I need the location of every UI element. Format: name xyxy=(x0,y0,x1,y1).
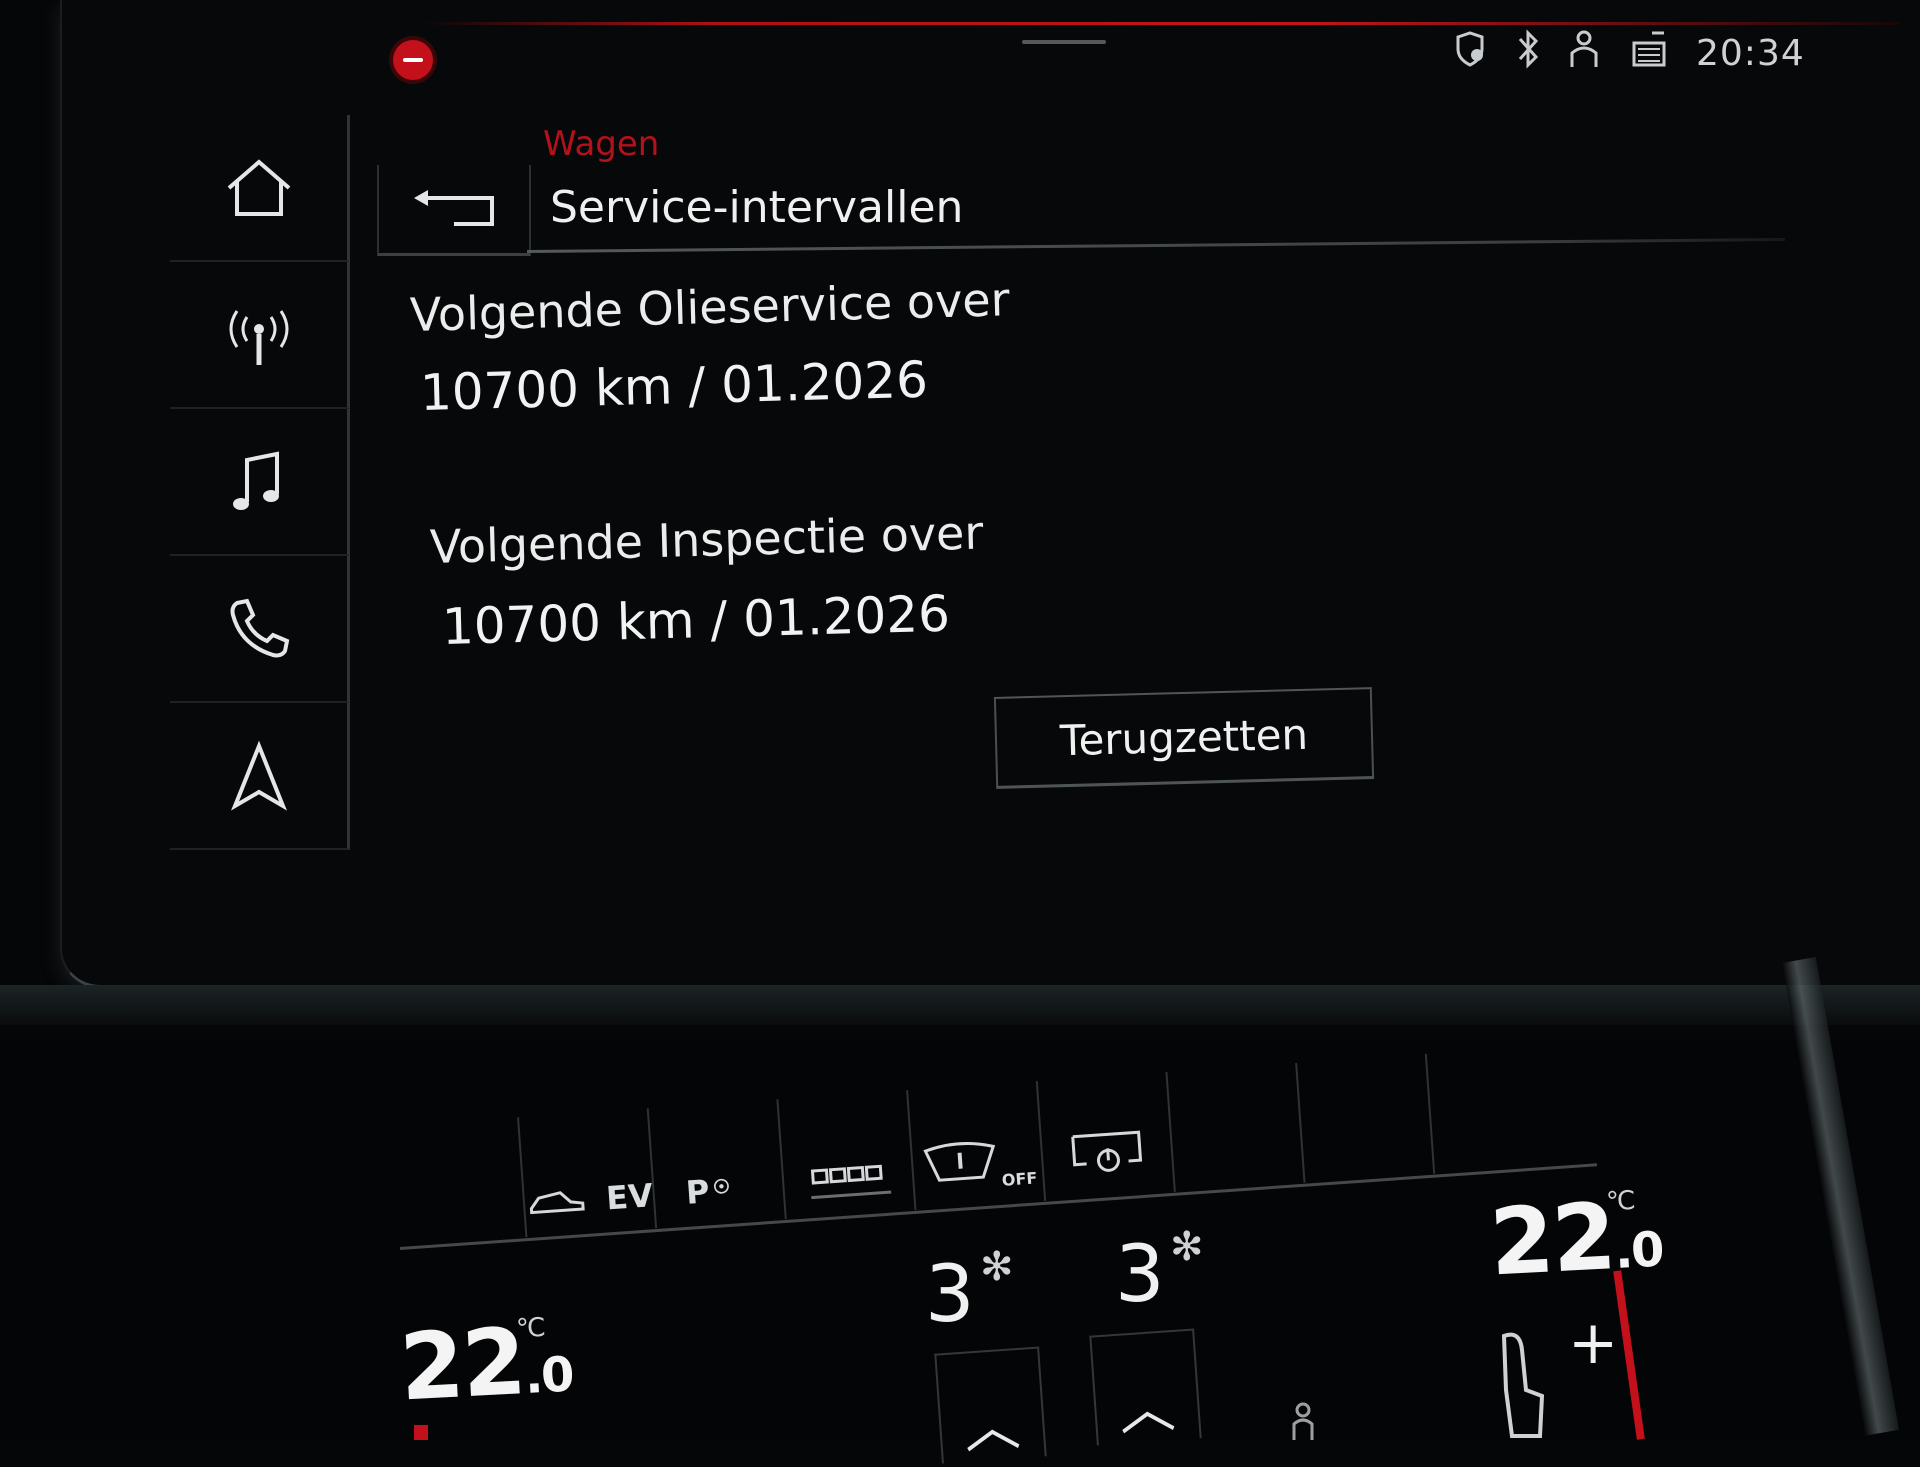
navigation-arrow-icon xyxy=(230,740,287,811)
chevron-up-icon: ︿ xyxy=(1116,1375,1178,1444)
left-temp-int: 22 xyxy=(397,1308,527,1422)
phone-icon xyxy=(230,598,289,657)
seat-icon[interactable] xyxy=(1492,1330,1552,1440)
right-temp-unit: °C xyxy=(1605,1185,1635,1218)
right-temperature[interactable]: 22.0 °C xyxy=(1487,1181,1664,1297)
fan-icon: ✻ xyxy=(980,1244,1014,1290)
clock: 20:34 xyxy=(1696,32,1805,74)
right-fan-up-button[interactable]: ︿ xyxy=(1089,1328,1202,1446)
ev-mode-button[interactable]: EV xyxy=(521,1108,658,1237)
close-minus-icon[interactable] xyxy=(393,40,433,80)
display-power-icon xyxy=(1071,1130,1143,1172)
breadcrumb[interactable]: Wagen xyxy=(543,124,659,164)
right-fan-value: 3 xyxy=(1115,1230,1165,1320)
sidebar-item-phone[interactable] xyxy=(170,556,350,703)
sidebar-item-media[interactable] xyxy=(170,409,350,556)
sidebar xyxy=(170,115,350,850)
left-fan-speed[interactable]: 3 ✻ xyxy=(925,1244,1014,1340)
rear-seat-heating-button[interactable] xyxy=(780,1090,917,1219)
fan-icon: ✻ xyxy=(1170,1224,1204,1270)
sidebar-item-navigation[interactable] xyxy=(170,703,350,850)
music-note-icon xyxy=(232,451,279,510)
status-bar: 20:34 xyxy=(1450,28,1805,78)
pull-down-handle[interactable] xyxy=(1022,40,1106,44)
reset-button[interactable]: Terugzetten xyxy=(993,687,1375,789)
climate-slot-empty-1[interactable] xyxy=(391,1117,528,1247)
home-icon xyxy=(227,158,290,216)
bluetooth-icon xyxy=(1516,29,1542,77)
park-label: P xyxy=(684,1172,711,1212)
driver-profile-icon xyxy=(1568,29,1604,77)
left-temp-dec: .0 xyxy=(523,1346,574,1405)
passenger-icon xyxy=(1290,1402,1316,1449)
right-temp-plus-button[interactable]: + xyxy=(1568,1308,1618,1378)
left-temp-bar xyxy=(414,1425,428,1440)
climate-slot-empty-2[interactable] xyxy=(1169,1062,1306,1192)
chevron-up-icon: ︿ xyxy=(961,1393,1023,1462)
radio-antenna-icon xyxy=(229,309,288,365)
car-ev-icon xyxy=(529,1191,585,1215)
right-fan-speed[interactable]: 3 ✻ xyxy=(1115,1224,1204,1320)
wiper-off-label: OFF xyxy=(1001,1168,1038,1190)
parking-sensor-icon xyxy=(713,1178,729,1194)
right-temp-int: 22 xyxy=(1487,1183,1617,1297)
left-fan-value: 3 xyxy=(925,1250,975,1340)
left-temperature[interactable]: 22.0 °C xyxy=(397,1306,574,1422)
ev-label: EV xyxy=(604,1176,655,1218)
left-temp-unit: °C xyxy=(515,1312,545,1345)
top-accent-line xyxy=(420,22,1900,25)
back-arrow-icon xyxy=(414,190,494,226)
display-power-button[interactable] xyxy=(1039,1072,1176,1201)
left-fan-up-button[interactable]: ︿ xyxy=(934,1346,1047,1464)
location-shield-icon xyxy=(1450,29,1490,77)
page-title: Service-intervallen xyxy=(550,182,964,233)
sidebar-item-radio[interactable] xyxy=(170,262,350,409)
back-button[interactable] xyxy=(377,165,531,256)
windshield-info-icon xyxy=(923,1141,996,1182)
park-assist-button[interactable]: P xyxy=(650,1099,787,1228)
display-bezel xyxy=(0,985,1920,1025)
windshield-heat-off-button[interactable]: OFF xyxy=(910,1081,1047,1210)
sidebar-item-home[interactable] xyxy=(170,115,350,262)
data-transfer-icon xyxy=(1630,29,1670,77)
climate-slot-empty-3[interactable] xyxy=(1299,1053,1436,1183)
